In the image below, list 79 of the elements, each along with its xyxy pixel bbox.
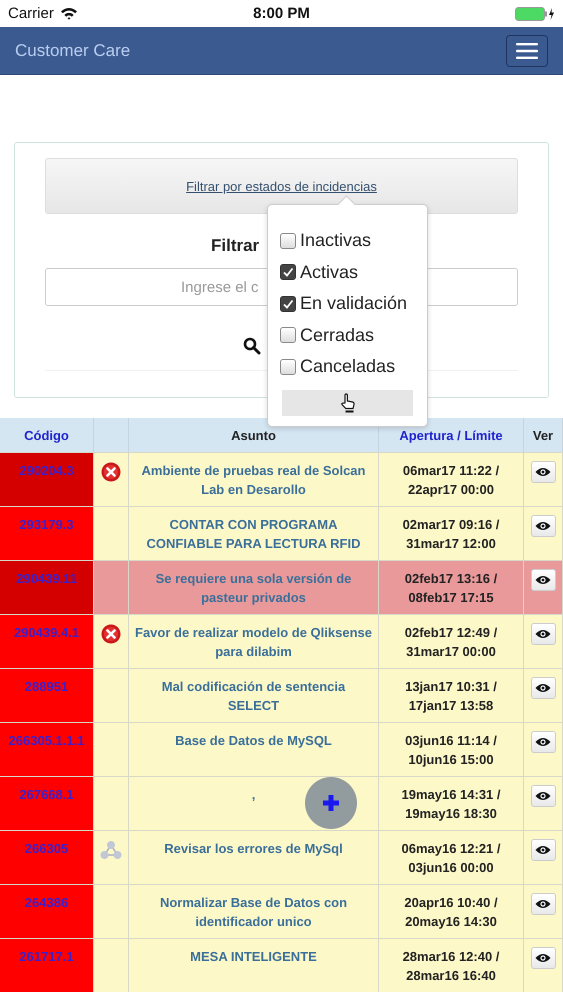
eye-icon [535, 899, 551, 909]
filter-states-link[interactable]: Filtrar por estados de incidencias [186, 178, 377, 194]
column-header: Ver [524, 418, 563, 452]
column-header[interactable]: Código [0, 418, 94, 452]
subject-text[interactable]: MESA INTELIGENTE [190, 947, 317, 966]
filter-label: Filtrar [211, 236, 260, 255]
table-row[interactable]: 290439.4.1 Favor de realizar modelo de Qliksense para dilabim 02feb17 12:49 / 31mar17 00:00 [0, 614, 563, 668]
view-button[interactable] [530, 461, 556, 483]
battery-icon [514, 6, 555, 20]
plus-icon [322, 794, 340, 812]
apply-button[interactable] [282, 390, 413, 416]
view-button[interactable] [530, 623, 556, 645]
date-range-text: 06may16 12:21 / 03jun16 00:00 [400, 840, 502, 877]
date-range-text: 03jun16 11:14 / 10jun16 15:00 [404, 732, 498, 769]
app-title[interactable]: Customer Care [15, 40, 130, 60]
checkbox[interactable] [280, 264, 296, 280]
subject-text[interactable]: CONTAR CON PROGRAMA CONFIABLE PARA LECTURA RFID [135, 515, 372, 553]
date-range-text: 13jan17 10:31 / 17jan17 13:58 [404, 678, 498, 715]
search-icon[interactable] [243, 337, 261, 355]
date-range-text: 02feb17 13:16 / 08feb17 17:15 [404, 570, 498, 607]
date-range-text: 28mar16 12:40 / 28mar16 16:40 [402, 948, 500, 985]
eye-icon [535, 791, 551, 801]
status-option[interactable]: Inactivas [280, 225, 413, 256]
checkbox[interactable] [280, 358, 296, 375]
view-button[interactable] [530, 893, 556, 915]
network-icon [100, 840, 122, 860]
column-header[interactable]: Apertura / Límite [379, 418, 524, 452]
subject-text[interactable]: Favor de realizar modelo de Qliksense para dilabim [135, 623, 372, 661]
table-row[interactable]: 261717.1 MESA INTELIGENTE 28mar16 12:40 / 28mar16 16:40 [0, 938, 563, 992]
view-button[interactable] [530, 515, 556, 537]
date-range-text: 19may16 14:31 / 19may16 18:30 [400, 786, 502, 823]
eye-icon [535, 845, 551, 855]
subject-text[interactable]: , [252, 785, 256, 804]
checkbox[interactable] [280, 232, 296, 249]
error-icon [101, 462, 121, 482]
error-icon [101, 624, 121, 644]
carrier-label: Carrier [8, 5, 54, 22]
subject-text[interactable]: Normalizar Base de Datos con identificador unico [135, 893, 372, 931]
hand-pointer-icon [338, 392, 356, 412]
checkbox[interactable] [280, 296, 296, 312]
table-row[interactable]: 266305 Revisar los errores de MySql 06may16 12:21 / 03jun16 00:00 [0, 830, 563, 884]
eye-icon [535, 575, 551, 585]
table-row[interactable]: 288951 Mal codificación de sentencia SELECT 13jan17 10:31 / 17jan17 13:58 [0, 668, 563, 722]
date-range-text: 06mar17 11:22 / 22apr17 00:00 [402, 462, 500, 499]
subject-text[interactable]: Ambiente de pruebas real de Solcan Lab en Desarollo [135, 461, 372, 499]
clock-time: 8:00 PM [253, 5, 310, 22]
table-row[interactable]: 264386 Normalizar Base de Datos con identificador unico 20apr16 10:40 / 20may16 14:30 [0, 884, 563, 938]
table-row[interactable]: 290439.11 Se requiere una sola versión de pasteur privados 02feb17 13:16 / 08feb17 17:15 [0, 560, 563, 614]
view-button[interactable] [530, 731, 556, 753]
eye-icon [535, 953, 551, 963]
wifi-icon [60, 7, 78, 20]
status-option[interactable]: Cerradas [280, 320, 413, 351]
eye-icon [535, 737, 551, 747]
subject-text[interactable]: Mal codificación de sentencia SELECT [135, 677, 372, 715]
eye-icon [535, 683, 551, 693]
status-option[interactable]: En validación [280, 288, 413, 320]
date-range-text: 02feb17 12:49 / 31mar17 00:00 [404, 624, 498, 661]
menu-icon [516, 42, 538, 58]
view-button[interactable] [530, 677, 556, 699]
table-row[interactable]: 293179.3 CONTAR CON PROGRAMA CONFIABLE PARA LECTURA RFID 02mar17 09:16 / 31mar17 12:00 [0, 506, 563, 560]
header-cell [94, 418, 129, 452]
checkbox[interactable] [280, 327, 296, 344]
eye-icon [535, 521, 551, 531]
table-row[interactable]: 290204.3 Ambiente de pruebas real de Solcan Lab en Desarollo 06mar17 11:22 / 22apr17 00:00 [0, 452, 563, 506]
status-option[interactable]: Canceladas [280, 351, 413, 382]
table-row[interactable]: 266305.1.1.1 Base de Datos de MySQL 03jun16 11:14 / 10jun16 15:00 [0, 722, 563, 776]
status-option[interactable]: Activas [280, 256, 413, 288]
date-range-text: 02mar17 09:16 / 31mar17 12:00 [402, 516, 500, 553]
view-button[interactable] [530, 569, 556, 591]
view-button[interactable] [530, 785, 556, 807]
table-row[interactable]: 267668.1 , 19may16 14:31 / 19may16 18:30 [0, 776, 563, 830]
view-button[interactable] [530, 839, 556, 861]
view-button[interactable] [530, 947, 556, 969]
eye-icon [535, 467, 551, 477]
subject-text[interactable]: Revisar los errores de MySql [164, 839, 343, 858]
menu-button[interactable] [506, 34, 548, 66]
eye-icon [535, 629, 551, 639]
subject-text[interactable]: Base de Datos de MySQL [175, 731, 332, 750]
date-range-text: 20apr16 10:40 / 20may16 14:30 [403, 894, 499, 931]
